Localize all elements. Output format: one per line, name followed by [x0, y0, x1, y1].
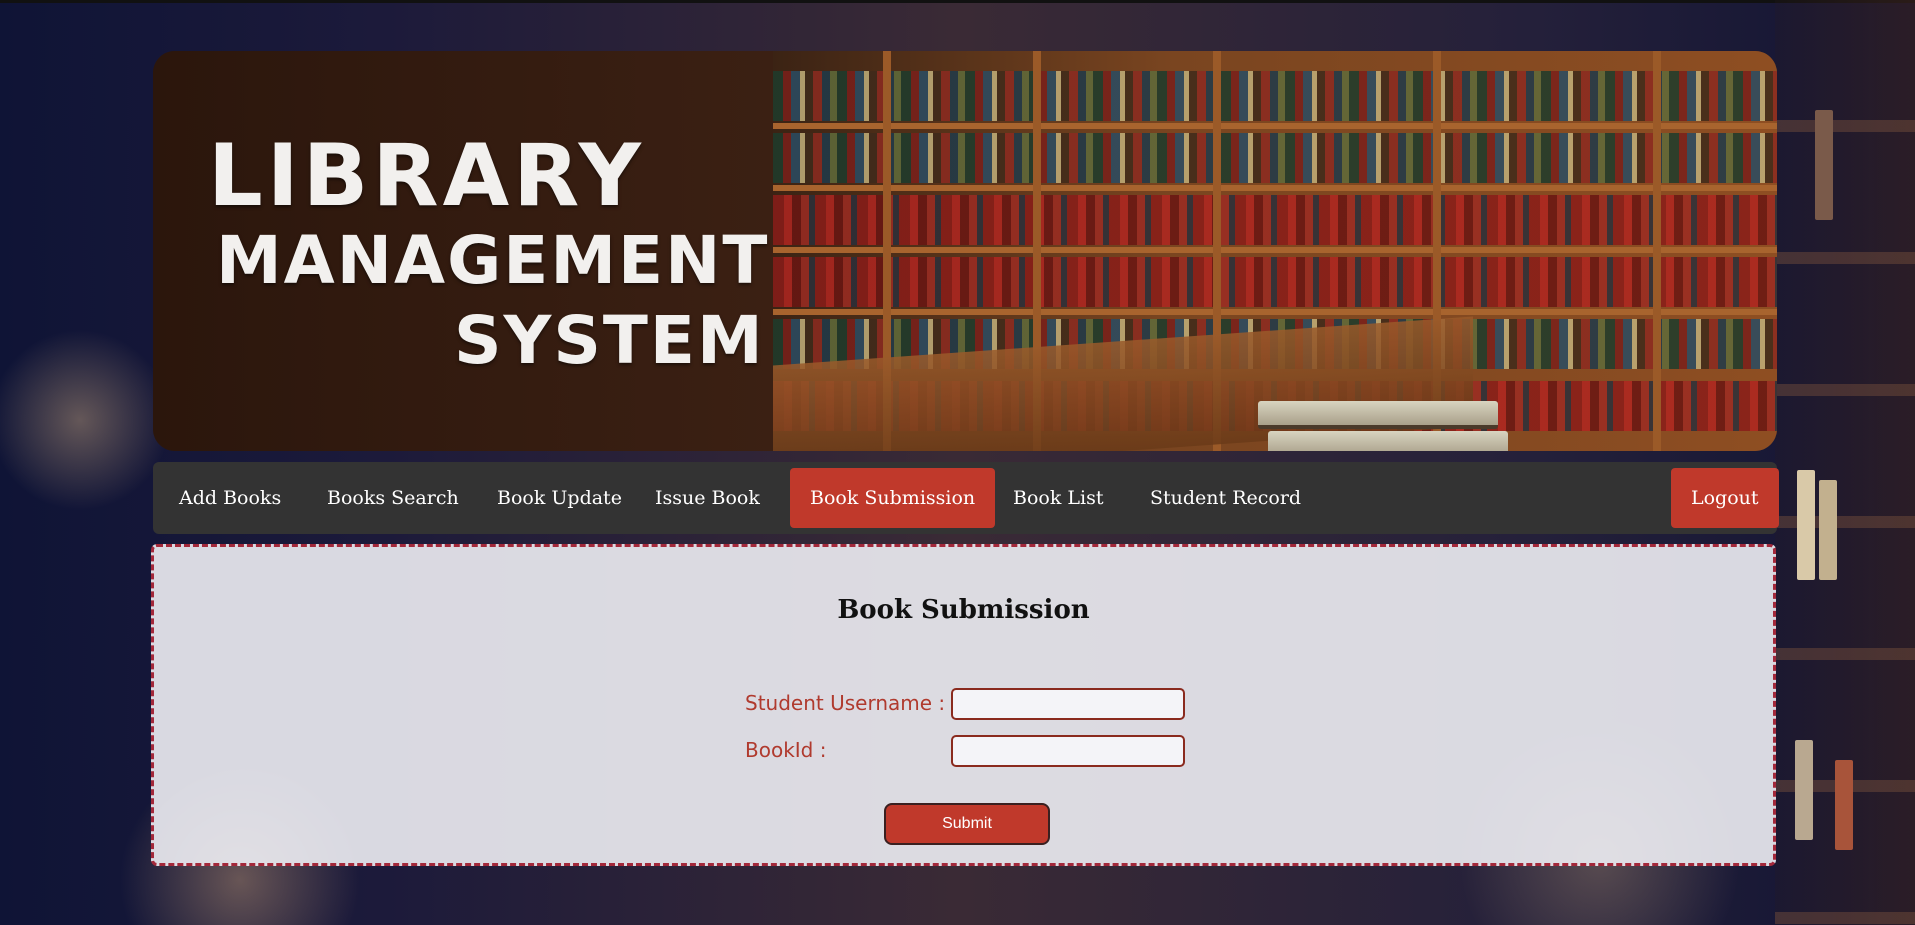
shelf-board	[773, 185, 1777, 191]
shelf-board	[773, 247, 1777, 253]
header-banner: LIBRARY MANAGEMENT SYSTEM	[153, 51, 1777, 451]
banner-book-stack	[1258, 401, 1508, 451]
nav-add-books[interactable]: Add Books	[159, 468, 301, 528]
app-logo-title: LIBRARY MANAGEMENT SYSTEM	[208, 131, 769, 381]
background-book	[1835, 760, 1853, 850]
main-navigation: Add Books Books Search Book Update Issue…	[153, 462, 1779, 534]
nav-books-search[interactable]: Books Search	[307, 468, 479, 528]
shelf-divider	[1653, 51, 1661, 451]
logout-button[interactable]: Logout	[1671, 468, 1779, 528]
student-username-label: Student Username :	[745, 691, 946, 715]
logo-line-system: SYSTEM	[454, 302, 765, 379]
stacked-book	[1268, 431, 1508, 451]
page-title: Book Submission	[837, 595, 1090, 625]
background-book	[1797, 470, 1815, 580]
background-book	[1815, 110, 1833, 220]
top-border-line	[0, 0, 1915, 3]
shelf-board	[773, 309, 1777, 315]
background-bookshelf	[1775, 0, 1915, 925]
bookid-label: BookId :	[745, 738, 827, 762]
bookid-input[interactable]	[951, 735, 1185, 767]
logo-line-library: LIBRARY	[208, 126, 645, 226]
nav-student-record[interactable]: Student Record	[1130, 468, 1321, 528]
shelf-books-row	[773, 133, 1777, 183]
background-book	[1819, 480, 1837, 580]
background-book	[1795, 740, 1813, 840]
nav-book-update[interactable]: Book Update	[477, 468, 642, 528]
shelf-board	[773, 123, 1777, 129]
book-submission-panel: Book Submission Student Username : BookI…	[151, 544, 1776, 866]
nav-book-list[interactable]: Book List	[993, 468, 1123, 528]
shelf-books-row	[773, 257, 1777, 307]
shelf-books-row	[773, 71, 1777, 121]
nav-book-submission[interactable]: Book Submission	[790, 468, 996, 528]
logo-line-management: MANAGEMENT	[216, 222, 770, 299]
shelf-books-row	[773, 195, 1777, 245]
submit-button[interactable]: Submit	[884, 803, 1050, 845]
nav-issue-book[interactable]: Issue Book	[635, 468, 780, 528]
stacked-book	[1258, 401, 1498, 429]
student-username-input[interactable]	[951, 688, 1185, 720]
